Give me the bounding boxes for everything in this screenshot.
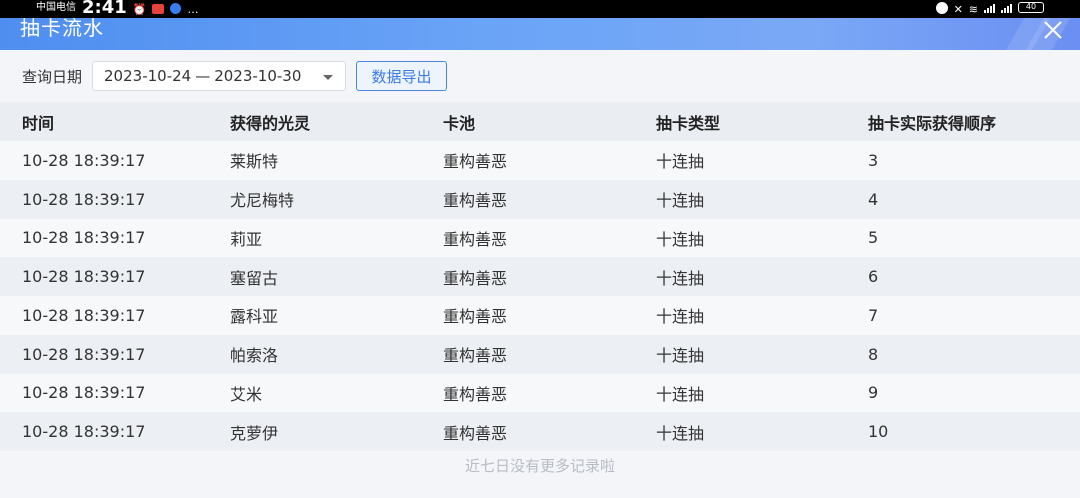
cell-pool: 重构善恶	[443, 152, 508, 172]
date-start: 2023-10-24	[104, 67, 192, 85]
signal-icon-2	[1001, 4, 1012, 13]
cell-spirit: 艾米	[230, 384, 263, 404]
cell-spirit: 塞留古	[230, 268, 279, 288]
cell-order: 3	[868, 150, 879, 170]
cell-type: 十连抽	[656, 152, 705, 172]
cell-pool: 重构善恶	[443, 346, 508, 366]
cell-pool: 重构善恶	[443, 229, 508, 249]
cell-type: 十连抽	[656, 423, 705, 443]
cell-order: 7	[868, 305, 879, 325]
filter-row: 查询日期 2023-10-24 — 2023-10-30 数据导出	[0, 50, 1080, 102]
signal-icon	[984, 4, 995, 13]
cell-spirit: 克萝伊	[230, 423, 279, 443]
column-header-type: 抽卡类型	[656, 113, 721, 133]
cell-time: 10-28 18:39:17	[22, 422, 146, 442]
cell-spirit: 莱斯特	[230, 152, 279, 172]
cell-type: 十连抽	[656, 268, 705, 288]
app-notification-icon	[152, 4, 165, 14]
status-left: 中国电信 2:41 ⏰ …	[36, 0, 199, 18]
date-filter-label: 查询日期	[22, 67, 83, 86]
table-row: 10-28 18:39:17 尤尼梅特 重构善恶 十连抽 4	[0, 179, 1080, 219]
eye-icon	[935, 2, 948, 14]
cell-type: 十连抽	[656, 229, 705, 249]
cell-spirit: 露科亚	[230, 307, 279, 327]
table-row: 10-28 18:39:17 克萝伊 重构善恶 十连抽 10	[0, 412, 1080, 451]
page-title: 抽卡流水	[20, 18, 104, 40]
table-row: 10-28 18:39:17 塞留古 重构善恶 十连抽 6	[0, 257, 1080, 296]
alarm-icon: ⏰	[132, 3, 147, 16]
no-more-records-note: 近七日没有更多记录啦	[464, 457, 615, 475]
column-header-pool: 卡池	[443, 113, 476, 133]
table-row: 10-28 18:39:17 露科亚 重构善恶 十连抽 7	[0, 296, 1080, 335]
cell-pool: 重构善恶	[443, 423, 508, 443]
close-button[interactable]	[1038, 18, 1068, 45]
dialog-header: 抽卡流水	[0, 18, 1080, 50]
battery-indicator: 40	[1018, 2, 1044, 13]
carrier-label: 中国电信	[36, 2, 76, 13]
table-row: 10-28 18:39:17 帕索洛 重构善恶 十连抽 8	[0, 334, 1080, 374]
draw-records-table: 时间 获得的光灵 卡池 抽卡类型 抽卡实际获得顺序 10-28 18:39:17…	[0, 102, 1080, 451]
cell-time: 10-28 18:39:17	[22, 189, 146, 209]
cell-order: 4	[868, 189, 879, 209]
cell-type: 十连抽	[656, 307, 705, 327]
cell-type: 十连抽	[656, 384, 705, 404]
mute-icon: ✕	[953, 3, 963, 16]
cell-pool: 重构善恶	[443, 268, 508, 288]
column-header-time: 时间	[22, 113, 55, 133]
wifi-icon: ≋	[968, 3, 978, 16]
cell-time: 10-28 18:39:17	[22, 383, 146, 403]
cell-spirit: 尤尼梅特	[230, 191, 295, 211]
cell-order: 6	[868, 267, 879, 287]
table-row: 10-28 18:39:17 艾米 重构善恶 十连抽 9	[0, 373, 1080, 413]
cell-time: 10-28 18:39:17	[22, 305, 146, 325]
cell-type: 十连抽	[656, 191, 705, 211]
table-row: 10-28 18:39:17 莉亚 重构善恶 十连抽 5	[0, 218, 1080, 258]
date-range-select[interactable]: 2023-10-24 — 2023-10-30	[92, 61, 347, 91]
cell-time: 10-28 18:39:17	[22, 228, 146, 248]
table-body: 10-28 18:39:17 莱斯特 重构善恶 十连抽 3 10-28 18:39:17 尤…	[0, 141, 1080, 451]
more-notifications-icon: …	[187, 3, 199, 16]
cell-time: 10-28 18:39:17	[22, 344, 146, 364]
close-icon	[1044, 21, 1062, 39]
cell-time: 10-28 18:39:17	[22, 150, 146, 170]
cell-order: 9	[868, 383, 879, 403]
status-clock: 2:41	[82, 0, 127, 18]
cell-order: 8	[868, 344, 879, 364]
export-data-button[interactable]: 数据导出	[356, 61, 448, 91]
cell-pool: 重构善恶	[443, 191, 508, 211]
table-row: 10-28 18:39:17 莱斯特 重构善恶 十连抽 3	[0, 141, 1080, 180]
column-header-order: 抽卡实际获得顺序	[868, 113, 997, 133]
app-notification-icon-2	[170, 3, 182, 14]
cell-order: 5	[868, 228, 879, 248]
status-bar: 中国电信 2:41 ⏰ … ✕ ≋ 40	[0, 0, 1080, 18]
cell-pool: 重构善恶	[443, 384, 508, 404]
cell-time: 10-28 18:39:17	[22, 267, 146, 287]
date-end: 2023-10-30	[214, 67, 302, 85]
table-header-row: 时间 获得的光灵 卡池 抽卡类型 抽卡实际获得顺序	[0, 102, 1080, 141]
cell-type: 十连抽	[656, 346, 705, 366]
date-separator: —	[195, 67, 211, 85]
status-right: ✕ ≋ 40	[935, 0, 1044, 16]
chevron-down-icon	[323, 75, 334, 80]
column-header-spirit: 获得的光灵	[230, 113, 311, 133]
cell-pool: 重构善恶	[443, 307, 508, 327]
cell-order: 10	[868, 422, 889, 442]
cell-spirit: 莉亚	[230, 229, 263, 249]
cell-spirit: 帕索洛	[230, 346, 279, 366]
